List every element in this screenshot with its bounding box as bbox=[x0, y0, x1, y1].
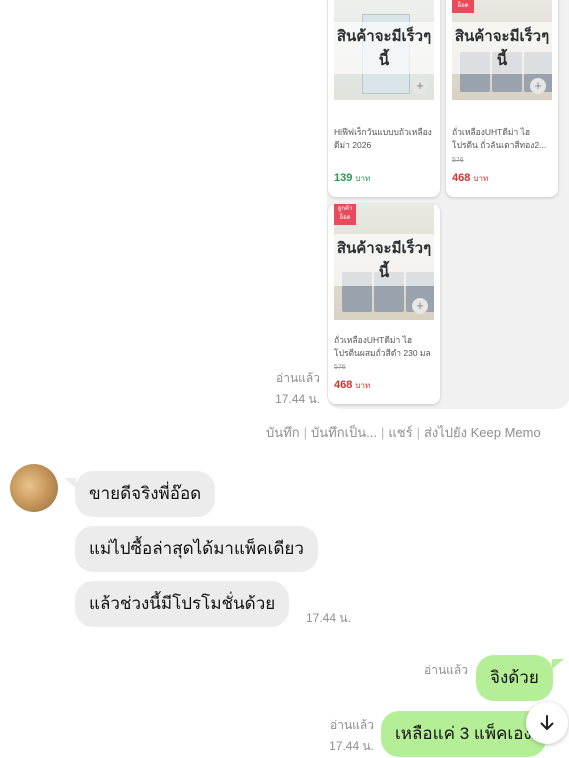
add-icon[interactable]: + bbox=[412, 298, 428, 314]
image-meta: อ่านแล้ว 17.44 น. bbox=[240, 368, 320, 410]
share-button[interactable]: แชร์ bbox=[388, 425, 412, 440]
timestamp: 17.44 น. bbox=[329, 739, 374, 753]
separator: | bbox=[416, 425, 420, 440]
product-price: 468 บาท bbox=[452, 172, 489, 184]
product-image: สินค้าจะมีเร็วๆนี้ + bbox=[334, 0, 434, 100]
old-price: 576 bbox=[334, 364, 346, 371]
separator: | bbox=[380, 425, 385, 440]
product-image: ลูกค้า ฮ็อต สินค้าจะมีเร็วๆนี้ + bbox=[334, 204, 434, 320]
product-card[interactable]: สินค้าจะมีเร็วๆนี้ + Hiฟีฟเร็กวันแบบบถ้ว… bbox=[328, 0, 440, 197]
hot-badge: ลูกค้า ฮ็อต bbox=[334, 204, 356, 225]
hot-badge: ลูกค้า ฮ็อต bbox=[452, 0, 474, 13]
product-price: 139 บาท bbox=[334, 172, 371, 184]
timestamp: 17.44 น. bbox=[306, 611, 351, 625]
product-name: ถั่วเหลืองUHTดีม่า ไฮ โปรตีนผสมถั่วสีดำ … bbox=[334, 335, 431, 358]
image-actions: บันทึก | บันทึกเป็น... | แชร์ | ส่งไปยัง Keep … bbox=[266, 422, 541, 443]
add-icon[interactable]: + bbox=[530, 78, 546, 94]
read-status: อ่านแล้ว bbox=[424, 663, 468, 677]
keep-memo-button[interactable]: ส่งไปยัง Keep Memo bbox=[424, 425, 541, 440]
outgoing-message[interactable]: จิงด้วย bbox=[476, 655, 553, 701]
coming-soon-label: สินค้าจะมีเร็วๆนี้ bbox=[452, 22, 552, 74]
read-status: อ่านแล้ว bbox=[330, 718, 374, 732]
shared-product-image[interactable]: สินค้าจะมีเร็วๆนี้ + Hiฟีฟเร็กวันแบบบถ้ว… bbox=[327, 0, 569, 409]
separator: | bbox=[303, 425, 307, 440]
avatar[interactable] bbox=[10, 464, 58, 512]
add-icon[interactable]: + bbox=[412, 78, 428, 94]
bubble-tail bbox=[552, 659, 564, 669]
incoming-message[interactable]: แล้วช่วงนี้มีโปรโมชั่นด้วย bbox=[75, 581, 290, 627]
coming-soon-label: สินค้าจะมีเร็วๆนี้ bbox=[334, 234, 434, 286]
timestamp: 17.44 น. bbox=[275, 392, 320, 406]
old-price: 576 bbox=[452, 157, 464, 164]
coming-soon-label: สินค้าจะมีเร็วๆนี้ bbox=[334, 22, 434, 74]
save-as-button[interactable]: บันทึกเป็น... bbox=[311, 425, 377, 440]
scroll-to-bottom-button[interactable] bbox=[526, 702, 568, 744]
product-card[interactable]: ลูกค้า ฮ็อต สินค้าจะมีเร็วๆนี้ + ถั่วเหล… bbox=[328, 204, 440, 404]
product-card[interactable]: ลูกค้า ฮ็อต สินค้าจะมีเร็วๆนี้ + ถั่วเหล… bbox=[446, 0, 558, 197]
product-image: ลูกค้า ฮ็อต สินค้าจะมีเร็วๆนี้ + bbox=[452, 0, 552, 100]
save-button[interactable]: บันทึก bbox=[266, 425, 300, 440]
incoming-message[interactable]: แม่ไปซื้อล่าสุดได้มาแพ็คเดียว bbox=[75, 526, 318, 572]
read-status: อ่านแล้ว bbox=[276, 371, 320, 385]
product-name: Hiฟีฟเร็กวันแบบบถ้วเหลือง ดีม่า 2026 bbox=[334, 127, 432, 150]
product-price: 468 บาท bbox=[334, 379, 371, 391]
incoming-message[interactable]: ขายดีจริงพี่อ๊อด bbox=[75, 471, 216, 517]
product-name: ถั่วเหลืองUHTดีม่า ไฮ โปรตีน ถั่วลันเตาส… bbox=[452, 127, 547, 150]
arrow-down-icon bbox=[540, 715, 554, 730]
message-meta: อ่านแล้ว 17.44 น. bbox=[318, 715, 374, 757]
outgoing-message[interactable]: เหลือแค่ 3 แพ็คเอง bbox=[381, 711, 546, 757]
